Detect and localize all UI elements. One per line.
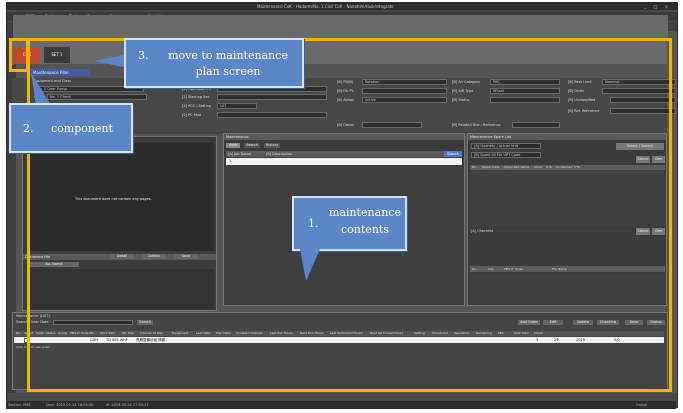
callout-component: 2. component xyxy=(9,103,133,153)
callout-1-text: maintenance contents xyxy=(329,206,401,236)
title-bar: Maintenance CoK - Hadorm/No. 1 Civil CoK… xyxy=(7,3,677,10)
callout-2-number: 2. xyxy=(23,122,34,135)
toolbar xyxy=(13,15,668,39)
component-highlight xyxy=(9,38,29,72)
callout-move-to-plan: 3. move to maintenance plan screen xyxy=(124,38,304,88)
callout-3-number: 3. xyxy=(138,49,149,62)
callout-3-text: move to maintenance plan screen xyxy=(168,49,288,78)
status-bar: Section: PMS User: 2019-05-24 18:05:30 I… xyxy=(6,401,676,409)
callout-1-number: 1. xyxy=(308,217,319,230)
callout-2-text: component xyxy=(51,122,113,135)
col-header: No. xyxy=(16,331,21,335)
callout-maintenance-contents: 1. maintenance contents xyxy=(292,196,407,251)
status-online: Online xyxy=(636,403,648,407)
status-section: Section: PMS xyxy=(8,403,31,407)
window-title: Maintenance CoK - Hadorm/No. 1 Civil CoK… xyxy=(257,4,394,9)
window-controls[interactable]: _ □ × xyxy=(644,3,671,10)
callout-1-pointer xyxy=(300,249,320,281)
status-user: User: 2019-05-24 18:05:30 xyxy=(46,403,94,407)
status-time: IP: 2019-05-24 17:55:27 xyxy=(106,403,149,407)
callout-3-pointer xyxy=(94,55,124,67)
